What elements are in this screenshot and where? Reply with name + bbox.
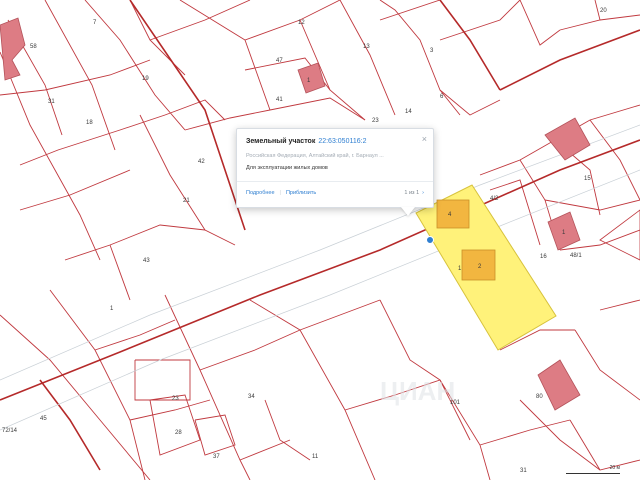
- popup-title-row: Земельный участок 22:63:050116:2: [246, 138, 366, 145]
- parcel-label-15: 15: [584, 176, 591, 182]
- details-link[interactable]: Подробнее: [246, 190, 275, 196]
- link-separator: |: [279, 190, 281, 196]
- zoom-link[interactable]: Приблизить: [286, 190, 316, 196]
- edge-label-top: 20: [600, 8, 607, 14]
- popup-links: Подробнее | Приблизить: [246, 190, 316, 196]
- parcel-info-popup: Земельный участок 22:63:050116:2 × Россий…: [236, 128, 434, 216]
- next-arrow-icon[interactable]: ›: [422, 190, 424, 196]
- parcel-label-13: 13: [363, 44, 370, 50]
- parcel-label-18: 18: [86, 120, 93, 126]
- parcel-label-34: 34: [248, 394, 255, 400]
- selected-building-north[interactable]: [436, 199, 470, 229]
- parcel-label-41: 41: [276, 97, 283, 103]
- parcel-label-23b: 23: [172, 396, 179, 402]
- parcel-label-80: 80: [536, 394, 543, 400]
- parcel-label-16: 16: [540, 254, 547, 260]
- cadastral-map[interactable]: 58 31 7 19 18 42 21 43 47 41 12 13 23 14…: [0, 0, 640, 480]
- parcel-label-45: 45: [40, 416, 47, 422]
- close-icon[interactable]: ×: [422, 134, 427, 144]
- parcel-label-42: 42: [198, 159, 205, 165]
- location-marker[interactable]: [426, 236, 434, 244]
- popup-usage: Для эксплуатации жилых домов: [246, 165, 328, 171]
- watermark: ЦИАН: [380, 376, 455, 406]
- scale-bar: 20 м: [566, 465, 620, 474]
- parcel-label-31: 31: [48, 99, 55, 105]
- parcel-label-14: 14: [405, 109, 412, 115]
- cadastral-number-link[interactable]: 22:63:050116:2: [318, 138, 366, 145]
- edge-label-left: 72/14: [2, 428, 18, 434]
- parcel-label-58: 58: [30, 44, 37, 50]
- parcel-label-47: 47: [276, 58, 283, 64]
- popup-pager: 1 из 1 ›: [404, 190, 424, 196]
- parcel-label-21: 21: [183, 198, 190, 204]
- popup-title: Земельный участок: [246, 138, 316, 145]
- popup-address: Российская Федерация, Алтайский край, г.…: [246, 153, 384, 159]
- parcel-label-37: 37: [213, 454, 220, 460]
- scale-line: [566, 473, 620, 474]
- pager-text: 1 из 1: [404, 190, 420, 196]
- scale-label: 20 м: [609, 465, 620, 471]
- popup-divider: [237, 181, 433, 182]
- parcel-label-28: 28: [175, 430, 182, 436]
- parcel-label-31b: 31: [520, 468, 527, 474]
- parcel-label-48-1: 48/1: [570, 253, 582, 259]
- popup-pointer: [401, 207, 415, 216]
- parcel-label-19: 19: [142, 76, 149, 82]
- parcel-label-12: 12: [298, 20, 305, 26]
- parcel-label-43: 43: [143, 258, 150, 264]
- parcel-label-4-2: 4/2: [490, 196, 499, 202]
- parcel-label-11: 11: [312, 454, 319, 460]
- parcel-label-23: 23: [372, 118, 379, 124]
